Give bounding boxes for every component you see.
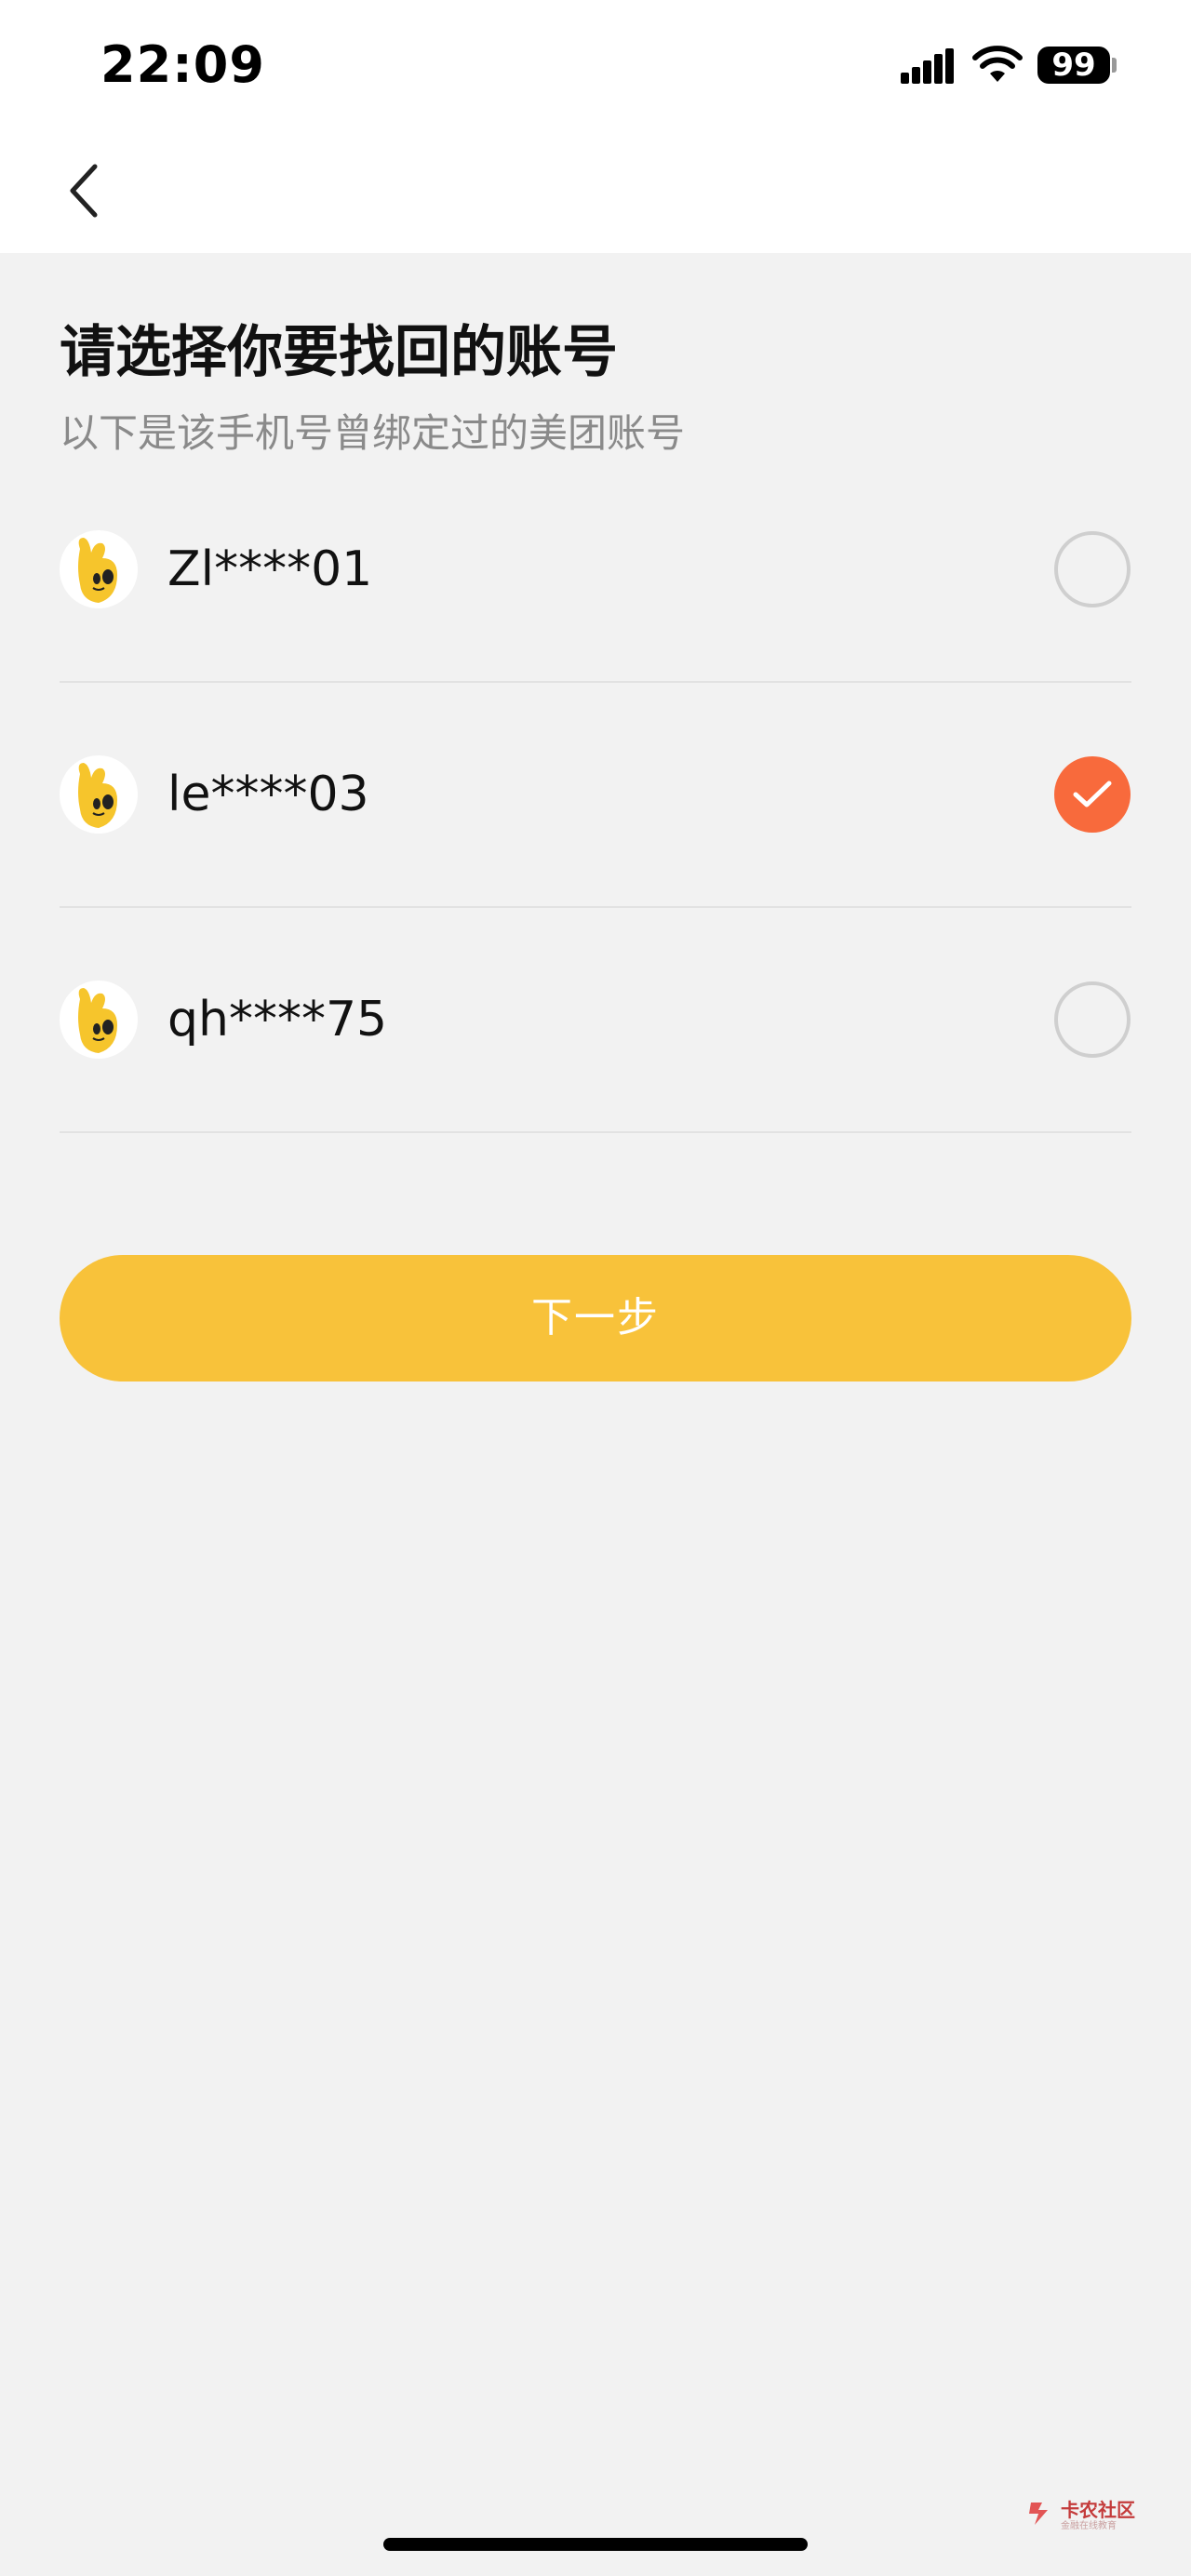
page-title: 请选择你要找回的账号 — [60, 320, 618, 385]
account-name: Zl****01 — [167, 541, 373, 597]
signal-icon — [901, 48, 954, 84]
mascot-avatar-icon — [60, 755, 138, 834]
account-name: le****03 — [167, 767, 369, 822]
battery-cap — [1112, 58, 1117, 73]
mascot-avatar-icon — [60, 981, 138, 1059]
nav-bar — [0, 140, 1191, 253]
account-row[interactable]: le****03 — [60, 683, 1131, 908]
account-list: Zl****01 le****03 qh****75 — [60, 458, 1131, 1133]
home-indicator — [383, 2538, 808, 2551]
back-button[interactable] — [56, 158, 112, 223]
page-subtitle: 以下是该手机号曾绑定过的美团账号 — [60, 410, 686, 456]
watermark-logo-icon — [1029, 2503, 1048, 2525]
battery-icon: 99 — [1037, 47, 1110, 84]
radio-unchecked[interactable] — [1054, 531, 1131, 607]
radio-checked[interactable] — [1054, 756, 1131, 833]
mascot-avatar-icon — [60, 530, 138, 608]
radio-unchecked[interactable] — [1054, 981, 1131, 1058]
checkmark-icon — [1073, 781, 1112, 808]
status-time: 22:09 — [100, 35, 265, 94]
account-row[interactable]: qh****75 — [60, 908, 1131, 1133]
next-step-button[interactable]: 下一步 — [60, 1255, 1131, 1381]
account-name: qh****75 — [167, 992, 388, 1048]
wifi-icon — [972, 46, 1023, 82]
watermark: 卡农社区 金融在线教育 — [1025, 2495, 1137, 2532]
watermark-subtext: 金融在线教育 — [1061, 2521, 1117, 2531]
account-row[interactable]: Zl****01 — [60, 458, 1131, 683]
chevron-left-icon — [70, 164, 98, 218]
